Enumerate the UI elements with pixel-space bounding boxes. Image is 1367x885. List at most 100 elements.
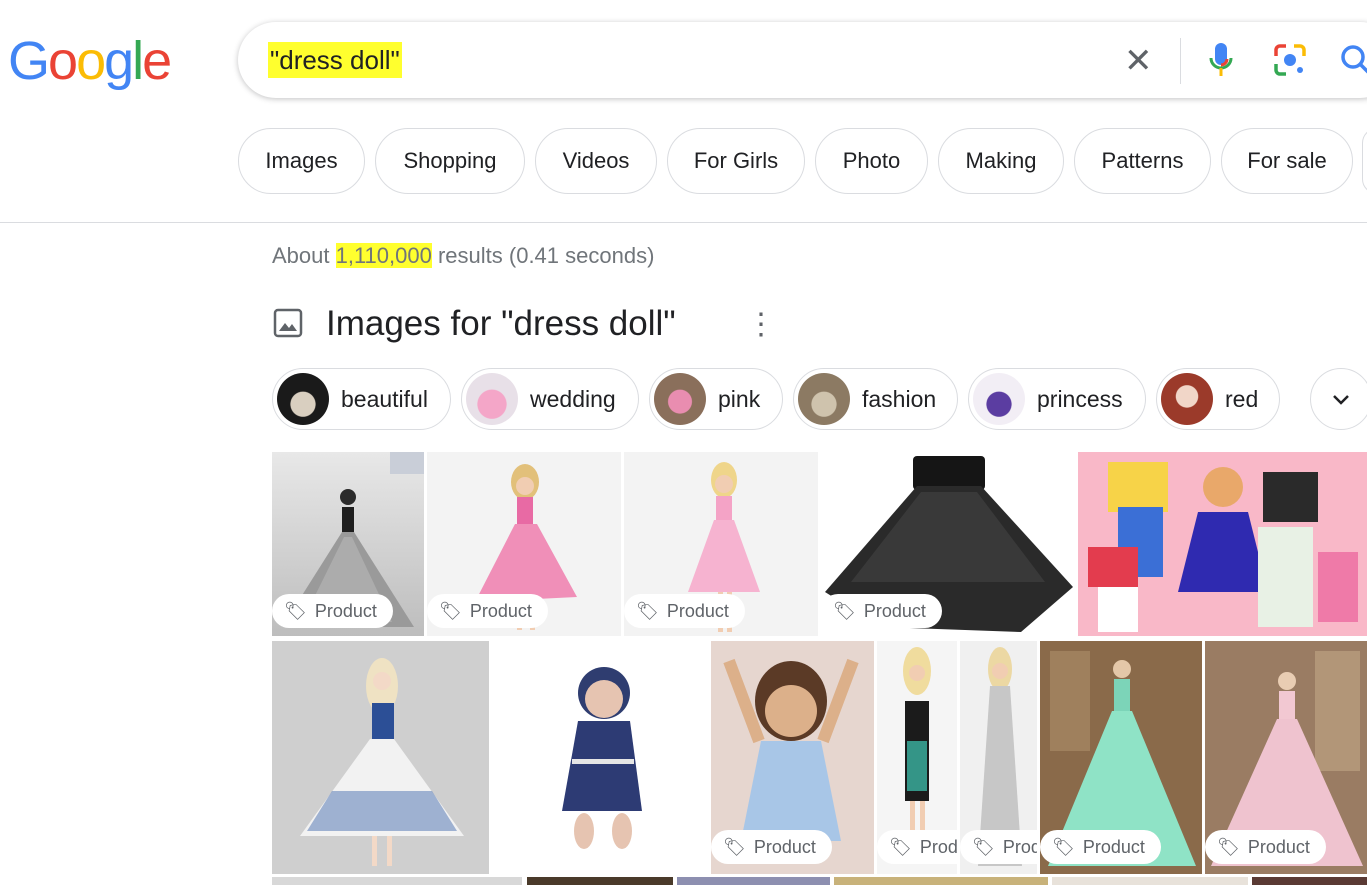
product-badge-label: Product [1247,836,1310,857]
image-result[interactable]: 🏷 Product [711,641,874,874]
filter-chip-label: For sale [1247,148,1327,173]
logo-letter: G [8,31,50,91]
product-badge: 🏷 Product [624,594,745,628]
chip-thumbnail [798,373,850,425]
filter-chip-for-girls[interactable]: For Girls [667,128,805,194]
refinement-chip-label: pink [718,385,761,412]
stats-suffix: results (0.41 seconds) [431,243,655,268]
product-badge-label: Product [666,600,729,621]
logo-letter: e [142,31,172,91]
image-result[interactable]: 🏷 Produ [877,641,957,874]
product-badge: 🏷 Product [1040,830,1161,864]
logo-letter: g [104,31,134,91]
refinement-chip-pink[interactable]: pink [649,368,783,430]
clear-icon[interactable]: ✕ [1124,44,1153,78]
filter-chip-patterns[interactable]: Patterns [1074,128,1211,194]
chip-thumbnail [277,373,329,425]
expand-refinements-button[interactable] [1310,368,1367,430]
stats-prefix: About [272,243,336,268]
tag-icon: 🏷 [1052,836,1075,857]
image-result[interactable] [677,877,830,885]
refinement-chip-label: beautiful [341,385,428,412]
search-icon[interactable] [1338,42,1367,78]
chip-thumbnail [466,373,518,425]
refinement-chip-beautiful[interactable]: beautiful [272,368,451,430]
filter-chip-photo[interactable]: Photo [815,128,928,194]
image-result[interactable]: 🏷 Product [624,452,818,636]
header-divider [0,222,1367,223]
chip-thumbnail [654,373,706,425]
tag-icon: 🏷 [1217,836,1240,857]
image-result[interactable]: 🏷 Product [1040,641,1202,874]
tag-icon: 🏷 [439,600,462,621]
refinement-chip-label: red [1225,385,1259,412]
google-logo[interactable]: Google [8,30,172,92]
search-input[interactable]: "dress doll" [268,42,402,78]
logo-letter: o [76,31,106,91]
doll-blue-floral-dress-image [300,658,464,866]
image-result[interactable] [527,877,673,885]
filter-chip-overflow[interactable] [1362,128,1367,194]
product-badge: 🏷 Product [427,594,548,628]
refinement-chip-red[interactable]: red [1156,368,1280,430]
images-section-title[interactable]: Images for "dress doll" [326,304,676,344]
filter-chip-label: Making [965,148,1037,173]
filter-chip-label: Photo [842,148,901,173]
product-badge-label: Product [753,836,816,857]
filter-chip-images[interactable]: Images [238,128,365,194]
image-result[interactable] [1078,452,1367,636]
chip-thumbnail [1161,373,1213,425]
filter-chip-making[interactable]: Making [938,128,1064,194]
product-badge-label: Prod [1002,836,1037,857]
image-result[interactable]: 🏷 Product [821,452,1075,636]
product-badge-label: Product [469,600,532,621]
search-divider [1180,38,1181,84]
baby-doll-dotted-dress-image [562,667,642,849]
image-result[interactable]: 🏷 Product [1205,641,1367,874]
image-result[interactable]: 🏷 Product [427,452,621,636]
image-result[interactable] [834,877,1048,885]
search-box[interactable]: "dress doll" ✕ [238,22,1367,98]
refinement-chip-label: wedding [530,385,616,412]
product-badge: 🏷 Product [711,830,832,864]
tag-icon: 🏷 [972,836,995,857]
refinement-chip-princess[interactable]: princess [968,368,1146,430]
image-result[interactable] [272,641,489,874]
camera-lens-icon[interactable] [1272,42,1308,78]
stats-count: 1,110,000 [335,243,432,268]
image-result[interactable] [492,641,708,874]
product-badge-label: Product [863,600,926,621]
product-badge: 🏷 Product [1205,830,1326,864]
image-result[interactable]: 🏷 Prod [960,641,1037,874]
product-badge-label: Product [1082,836,1145,857]
tag-icon: 🏷 [833,600,856,621]
refinement-chip-label: princess [1037,385,1123,412]
image-result[interactable] [272,877,522,885]
image-result[interactable] [1252,877,1367,885]
product-badge: 🏷 Prod [960,830,1037,864]
refinement-chip-wedding[interactable]: wedding [461,368,639,430]
result-stats: About 1,110,000 results (0.41 seconds) [272,243,654,269]
filter-chip-for-sale[interactable]: For sale [1221,128,1353,194]
filter-chip-label: For Girls [693,148,779,173]
image-result[interactable]: 🏷 Product [272,452,424,636]
filter-chip-shopping[interactable]: Shopping [375,128,525,194]
filter-chip-videos[interactable]: Videos [535,128,657,194]
chip-thumbnail [973,373,1025,425]
image-result[interactable] [1052,877,1248,885]
tag-icon: 🏷 [723,836,746,857]
refinement-chip-label: fashion [862,385,937,412]
chevron-down-icon [1333,395,1349,405]
logo-letter: l [132,31,144,91]
microphone-icon[interactable] [1206,40,1236,80]
filter-chip-label: Videos [562,148,630,173]
product-badge-label: Product [314,600,377,621]
product-badge: 🏷 Product [272,594,393,628]
product-badge-label: Produ [919,836,957,857]
product-badge: 🏷 Product [821,594,942,628]
product-badge: 🏷 Produ [877,830,957,864]
more-options-icon[interactable]: ⋮ [746,310,776,340]
tag-icon: 🏷 [284,600,307,621]
image-icon [273,308,303,338]
refinement-chip-fashion[interactable]: fashion [793,368,958,430]
